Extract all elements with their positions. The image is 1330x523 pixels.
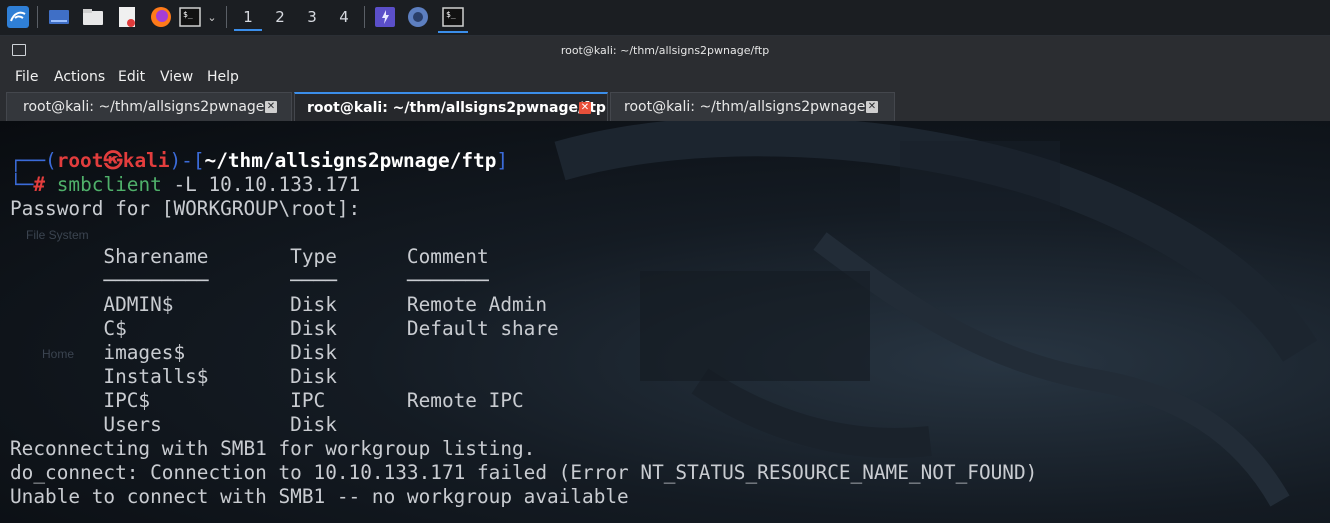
window-title: root@kali: ~/thm/allsigns2pwnage/ftp: [560, 44, 770, 57]
share-row: ADMIN$ Disk Remote Admin: [10, 293, 548, 316]
share-table-divider: ───────── ──── ───────: [10, 269, 489, 292]
prompt-path: ~/thm/allsigns2pwnage/ftp: [204, 149, 497, 172]
output-line: Unable to connect with SMB1 -- no workgr…: [10, 485, 629, 508]
kali-menu-icon[interactable]: [4, 3, 32, 31]
share-row: Installs$ Disk: [10, 365, 337, 388]
prompt-user: root: [56, 149, 104, 172]
prompt-hash: #: [33, 173, 46, 196]
svg-text:$_: $_: [446, 10, 456, 19]
menu-help[interactable]: Help: [207, 69, 239, 85]
menu-actions[interactable]: Actions: [54, 69, 105, 85]
output-line: Password for [WORKGROUP\root]:: [10, 197, 361, 220]
menu-view[interactable]: View: [160, 69, 193, 85]
close-icon[interactable]: ✕: [579, 102, 591, 114]
taskbar-separator: [364, 6, 365, 28]
prompt-host: kali: [122, 149, 170, 172]
taskbar-separator: [226, 6, 227, 28]
taskbar-separator: [37, 6, 38, 28]
workspace-2[interactable]: 2: [266, 5, 294, 29]
menu-file[interactable]: File: [15, 69, 38, 85]
window-titlebar[interactable]: root@kali: ~/thm/allsigns2pwnage/ftp: [0, 36, 1330, 65]
output-line: Reconnecting with SMB1 for workgroup lis…: [10, 437, 536, 460]
prompt-mid: )-[: [169, 149, 205, 172]
share-table-header: Sharename Type Comment: [10, 245, 489, 268]
command-args: -L 10.10.133.171: [161, 173, 361, 196]
tab-label: root@kali: ~/thm/allsigns2pwnage: [23, 99, 265, 115]
output-line: do_connect: Connection to 10.10.133.171 …: [10, 461, 1038, 484]
tab-3[interactable]: root@kali: ~/thm/allsigns2pwnage ✕: [610, 92, 895, 121]
prompt-corner-top: ┌──(: [10, 149, 57, 172]
tab-label: root@kali: ~/thm/allsigns2pwnage/ftp: [307, 100, 606, 116]
share-row: C$ Disk Default share: [10, 317, 559, 340]
share-row: IPC$ IPC Remote IPC: [10, 389, 524, 412]
workspace-1[interactable]: 1: [234, 5, 262, 31]
tab-2[interactable]: root@kali: ~/thm/allsigns2pwnage/ftp ✕: [294, 92, 608, 122]
prompt-line-1: ┌──(root㉿kali)-[~/thm/allsigns2pwnage/ft…: [10, 149, 508, 173]
power-manager-icon[interactable]: [372, 3, 398, 31]
svg-text:$_: $_: [183, 10, 193, 19]
share-row: images$ Disk: [10, 341, 337, 364]
terminal-area[interactable]: File System Home ┌──(root㉿kali)-[~/thm/a…: [0, 121, 1330, 523]
menu-bar: File Actions Edit View Help: [0, 65, 1330, 89]
text-editor-icon[interactable]: [114, 3, 140, 31]
browser-window-icon[interactable]: [405, 3, 431, 31]
tab-label: root@kali: ~/thm/allsigns2pwnage: [624, 99, 866, 115]
command-name: smbclient: [56, 173, 162, 196]
close-icon[interactable]: ✕: [265, 101, 277, 113]
workspace-3[interactable]: 3: [298, 5, 326, 29]
prompt-at: ㉿: [103, 149, 123, 172]
file-manager-icon[interactable]: [80, 3, 106, 31]
firefox-icon[interactable]: [148, 3, 174, 31]
taskbar: $_ ⌄ 1 2 3 4 $_: [0, 0, 1330, 36]
tab-1[interactable]: root@kali: ~/thm/allsigns2pwnage ✕: [6, 92, 292, 121]
active-window-indicator: [438, 31, 468, 33]
share-row: Users Disk: [10, 413, 337, 436]
desktop-label-file-system: File System: [26, 228, 89, 242]
terminal-window-icon[interactable]: $_: [438, 3, 468, 31]
prompt-end: ]: [496, 149, 509, 172]
chevron-down-icon[interactable]: ⌄: [204, 3, 220, 31]
workspace-4[interactable]: 4: [330, 5, 358, 29]
terminal-launcher-icon[interactable]: $_: [178, 3, 202, 31]
menu-edit[interactable]: Edit: [118, 69, 145, 85]
show-desktop-icon[interactable]: [46, 3, 72, 31]
prompt-corner-bottom: └─: [10, 173, 34, 196]
tab-bar: root@kali: ~/thm/allsigns2pwnage ✕ root@…: [0, 89, 1330, 122]
prompt-line-2: └─# smbclient -L 10.10.133.171: [10, 173, 360, 197]
close-icon[interactable]: ✕: [866, 101, 878, 113]
